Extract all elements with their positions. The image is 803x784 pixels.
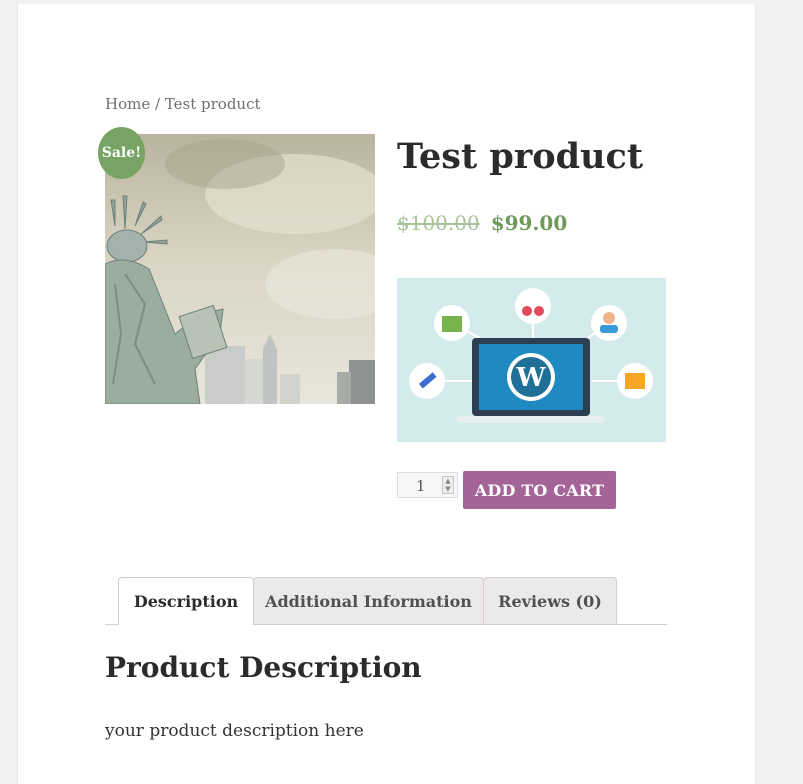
price-original: $100.00 bbox=[397, 211, 480, 235]
product-promo-image: W bbox=[397, 278, 666, 442]
quantity-value[interactable]: 1 bbox=[416, 477, 426, 495]
product-title: Test product bbox=[397, 136, 644, 177]
breadcrumb-home-link[interactable]: Home bbox=[105, 95, 150, 113]
product-price: $100.00 $99.00 bbox=[397, 211, 567, 235]
quantity-stepper[interactable]: 1 ▲ ▼ bbox=[397, 472, 458, 498]
stepper-arrows-icon[interactable]: ▲ ▼ bbox=[442, 476, 454, 494]
sale-badge: Sale! bbox=[98, 127, 145, 179]
breadcrumb: Home / Test product bbox=[105, 95, 261, 113]
add-to-cart-button[interactable]: ADD TO CART bbox=[463, 471, 616, 509]
tab-reviews[interactable]: Reviews (0) bbox=[483, 577, 617, 624]
description-heading: Product Description bbox=[105, 651, 422, 684]
product-main-image[interactable] bbox=[105, 134, 375, 404]
svg-text:W: W bbox=[515, 363, 546, 393]
wordpress-laptop-icon: W bbox=[397, 278, 666, 442]
breadcrumb-separator: / bbox=[150, 95, 165, 113]
breadcrumb-current: Test product bbox=[164, 95, 261, 113]
statue-of-liberty-image bbox=[105, 134, 375, 404]
description-text: your product description here bbox=[105, 721, 364, 741]
price-sale: $99.00 bbox=[490, 211, 568, 235]
tab-description[interactable]: Description bbox=[118, 577, 254, 625]
tab-additional-information[interactable]: Additional Information bbox=[253, 577, 484, 624]
